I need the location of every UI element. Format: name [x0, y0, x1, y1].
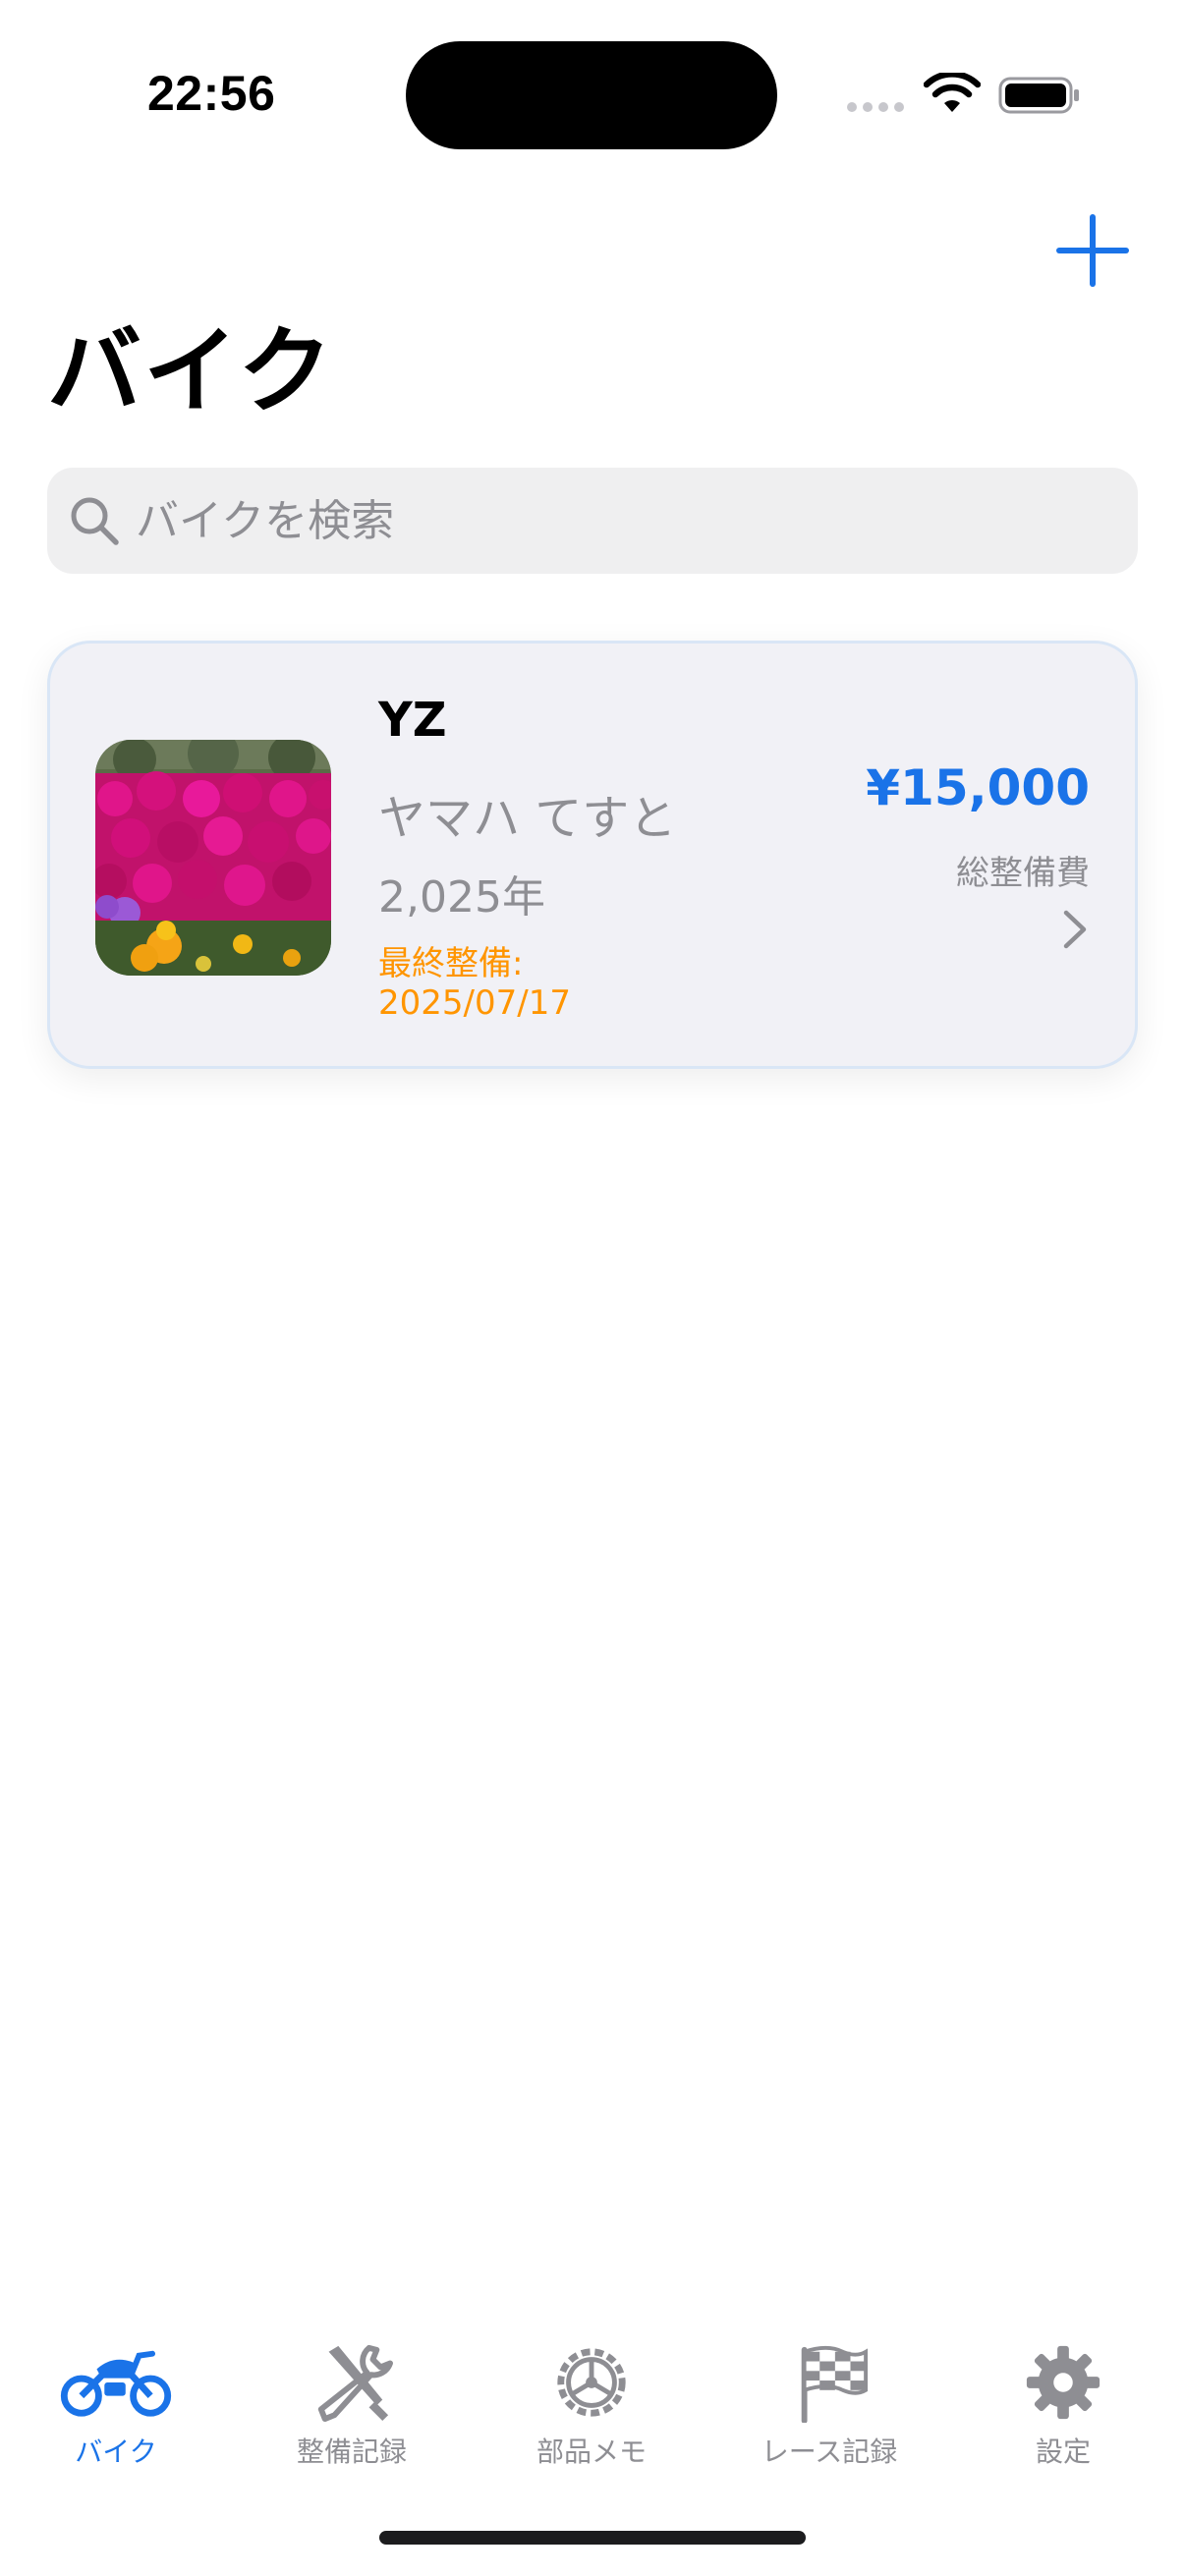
chevron-right-icon	[1063, 910, 1087, 949]
battery-icon	[998, 77, 1079, 114]
tab-bikes[interactable]: バイク	[8, 2342, 224, 2470]
status-time: 22:56	[147, 66, 276, 121]
tab-label: レース記録	[761, 2436, 898, 2468]
total-maintenance-cost-label: 総整備費	[956, 854, 1090, 893]
bike-maker-model: ヤマハ てすと	[378, 791, 677, 846]
wifi-icon	[924, 73, 981, 112]
cellular-signal-icon	[847, 102, 904, 112]
tab-maintenance-records[interactable]: 整備記録	[244, 2342, 460, 2470]
bike-photo	[95, 740, 331, 976]
home-indicator[interactable]	[379, 2531, 806, 2545]
last-maintenance-label: 最終整備:	[378, 944, 524, 983]
checkered-flag-icon	[801, 2345, 869, 2423]
bike-card[interactable]: YZ ヤマハ てすと 2,025年 最終整備: 2025/07/17 ¥15,0…	[47, 641, 1138, 1069]
tab-label: 整備記録	[296, 2436, 407, 2468]
bike-year: 2,025年	[378, 872, 545, 923]
tab-label: 部品メモ	[536, 2436, 647, 2468]
settings-gear-icon	[1026, 2345, 1100, 2420]
wrench-screwdriver-icon	[317, 2344, 393, 2423]
search-icon	[71, 497, 119, 545]
tab-race-records[interactable]: レース記録	[721, 2342, 937, 2470]
add-bike-button[interactable]	[1055, 213, 1130, 288]
search-input[interactable]	[136, 468, 1138, 574]
tab-bar: バイク 整備記録 部品メモ レース記録 設定	[0, 2319, 1185, 2476]
gear-wheel-icon	[557, 2348, 626, 2417]
total-maintenance-cost: ¥15,000	[866, 759, 1090, 816]
bike-name: YZ	[378, 693, 447, 748]
motorcycle-icon	[60, 2350, 172, 2417]
tab-label: バイク	[75, 2436, 157, 2468]
page-title: バイク	[47, 316, 335, 426]
tab-label: 設定	[1035, 2436, 1091, 2468]
tab-settings[interactable]: 設定	[955, 2342, 1171, 2470]
last-maintenance-date: 2025/07/17	[378, 983, 571, 1023]
search-bar[interactable]	[47, 468, 1138, 574]
screen: 22:56 バイク バイクを検索 YZ ヤマハ てすと 2,025年 最終整備:…	[0, 0, 1185, 2576]
dynamic-island	[406, 41, 777, 149]
tab-parts-memo[interactable]: 部品メモ	[483, 2342, 700, 2470]
